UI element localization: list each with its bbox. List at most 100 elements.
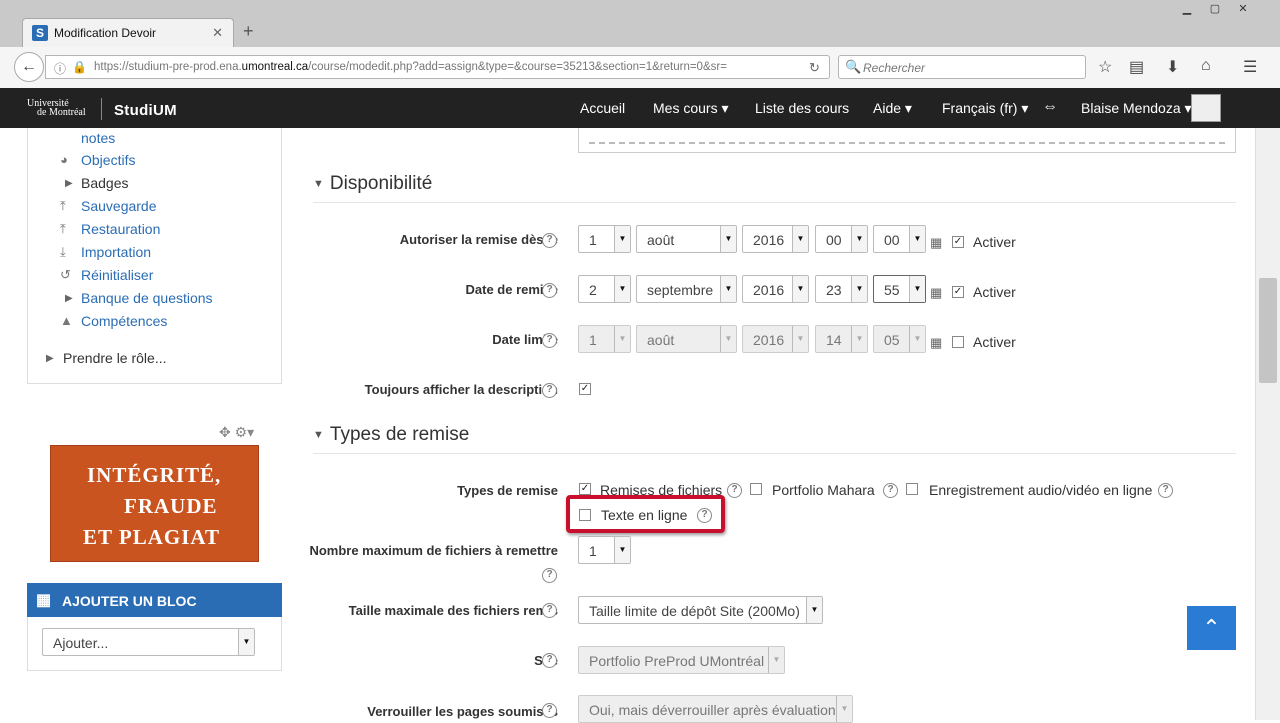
calendar-icon[interactable]: ▦ — [930, 285, 942, 301]
nav-help[interactable]: Aide ▾ — [873, 100, 912, 117]
always-show-checkbox[interactable]: ✓ — [579, 383, 591, 395]
maximize-icon[interactable]: ▢ — [1204, 2, 1226, 18]
sidebar-item-reinitialiser[interactable]: Réinitialiser — [81, 267, 153, 283]
reset-icon: ↺ — [60, 267, 71, 282]
due-date-hour[interactable]: 23 ▼ — [815, 275, 868, 303]
sidebar-item-restauration[interactable]: Restauration — [81, 221, 160, 237]
file-dropzone[interactable] — [578, 128, 1236, 153]
due-date-month[interactable]: septembre ▼ — [636, 275, 737, 303]
sidebar-item-importation[interactable]: Importation — [81, 244, 151, 260]
university-logo[interactable]: Université de Montréal — [27, 99, 86, 118]
minimize-icon[interactable]: ▁ — [1176, 2, 1198, 18]
always-show-label: Toujours afficher la description — [364, 382, 558, 397]
new-tab-button[interactable]: + — [243, 21, 254, 42]
help-icon[interactable]: ? — [542, 283, 557, 298]
cutoff-day: 1 ▼ — [578, 325, 631, 353]
cutoff-minute: 05 ▼ — [873, 325, 926, 353]
url-bar[interactable]: ⓘ 🔒 https://studium-pre-prod.ena.umontre… — [45, 55, 830, 79]
fullwidth-toggle-icon[interactable]: ⇔ — [1042, 98, 1058, 116]
section-availability-header[interactable]: ▼ Disponibilité — [313, 173, 432, 195]
sidebar-item-notes[interactable]: notes — [81, 130, 115, 146]
switch-role-link[interactable]: Prendre le rôle... — [63, 350, 167, 366]
reload-icon[interactable]: ↻ — [809, 60, 820, 76]
user-menu[interactable]: Blaise Mendoza ▾ — [1081, 100, 1192, 117]
objectives-icon: ◕ — [60, 152, 68, 167]
help-icon[interactable]: ? — [542, 703, 557, 718]
import-icon: ⤓ — [60, 244, 66, 259]
add-block-header: ▦ AJOUTER UN BLOC — [27, 583, 282, 617]
grid-icon: ▦ — [36, 592, 52, 609]
site-name[interactable]: StudiUM — [114, 102, 177, 119]
info-icon[interactable]: ⓘ — [54, 60, 66, 77]
audio-video-checkbox[interactable] — [906, 483, 918, 495]
mahara-checkbox[interactable] — [750, 483, 762, 495]
collapse-icon: ▼ — [313, 178, 324, 190]
due-date-day[interactable]: 2 ▼ — [578, 275, 631, 303]
help-icon[interactable]: ? — [1158, 483, 1173, 498]
nav-my-courses[interactable]: Mes cours ▾ — [653, 100, 729, 117]
close-tab-icon[interactable]: ✕ — [212, 25, 223, 41]
allow-from-day[interactable]: 1 ▼ — [578, 225, 631, 253]
tab-bar: S Modification Devoir ✕ + ▁ ▢ ✕ — [0, 0, 1280, 47]
browser-chrome: S Modification Devoir ✕ + ▁ ▢ ✕ ← ⓘ 🔒 ht… — [0, 0, 1280, 88]
help-icon[interactable]: ? — [727, 483, 742, 498]
allow-from-year[interactable]: 2016 ▼ — [742, 225, 809, 253]
help-icon[interactable]: ? — [542, 333, 557, 348]
nav-language[interactable]: Français (fr) ▾ — [942, 100, 1028, 117]
help-icon[interactable]: ? — [542, 603, 557, 618]
max-files-select[interactable]: 1 ▼ — [578, 536, 631, 564]
main-form: ▼ Disponibilité Autoriser la remise dès l… — [295, 128, 1255, 723]
file-submissions-checkbox[interactable]: ✓ — [579, 483, 591, 495]
allow-from-month[interactable]: août ▼ — [636, 225, 737, 253]
mahara-label: Portfolio Mahara — [772, 482, 875, 498]
sidebar-item-banque-questions[interactable]: Banque de questions — [81, 290, 213, 306]
download-icon[interactable]: ⬇ — [1166, 57, 1179, 77]
due-date-year[interactable]: 2016 ▼ — [742, 275, 809, 303]
help-icon[interactable]: ? — [883, 483, 898, 498]
nav-course-list[interactable]: Liste des cours — [755, 100, 849, 116]
lock-pages-select: Oui, mais déverrouiller après évaluation… — [578, 695, 853, 723]
expand-arrow-icon[interactable]: ▶ — [46, 353, 54, 364]
browser-tab[interactable]: S Modification Devoir ✕ — [22, 18, 234, 47]
expand-arrow-icon[interactable]: ▶ — [65, 178, 73, 189]
section-submission-types-header[interactable]: ▼ Types de remise — [313, 424, 469, 446]
reading-list-icon[interactable]: ▤ — [1129, 57, 1144, 77]
page-scrollbar[interactable] — [1255, 128, 1280, 720]
allow-from-enable-checkbox[interactable]: ✓ — [952, 236, 964, 248]
expand-arrow-icon[interactable]: ▶ — [65, 293, 73, 304]
sidebar-item-competences[interactable]: Compétences — [81, 313, 167, 329]
menu-icon[interactable]: ☰ — [1243, 57, 1257, 77]
scrollbar-thumb[interactable] — [1259, 278, 1277, 383]
search-bar[interactable]: 🔍 Rechercher — [838, 55, 1086, 79]
calendar-icon[interactable]: ▦ — [930, 335, 942, 351]
block-controls-icon[interactable]: ✥ ⚙▾ — [219, 424, 254, 441]
max-size-select[interactable]: Taille limite de dépôt Site (200Mo) ▼ — [578, 596, 823, 624]
sidebar-item-badges[interactable]: Badges — [81, 175, 128, 191]
sidebar-item-sauvegarde[interactable]: Sauvegarde — [81, 198, 157, 214]
integrity-banner[interactable]: INTÉGRITÉ, FRAUDE ET PLAGIAT — [50, 445, 259, 562]
back-to-top-button[interactable]: ⌃ — [1187, 606, 1236, 650]
sidebar: notes ◕ Objectifs ▶ Badges ⤒ Sauvegarde … — [0, 128, 300, 720]
bookmark-star-icon[interactable]: ☆ — [1098, 57, 1112, 77]
close-window-icon[interactable]: ✕ — [1232, 2, 1254, 18]
home-icon[interactable]: ⌂ — [1201, 57, 1211, 75]
allow-from-minute[interactable]: 00 ▼ — [873, 225, 926, 253]
cutoff-enable-checkbox[interactable] — [952, 336, 964, 348]
allow-from-hour[interactable]: 00 ▼ — [815, 225, 868, 253]
help-icon[interactable]: ? — [542, 383, 557, 398]
due-date-minute[interactable]: 55 ▼ — [873, 275, 926, 303]
cutoff-month: août ▼ — [636, 325, 737, 353]
help-icon[interactable]: ? — [542, 233, 557, 248]
allow-from-label: Autoriser la remise dès le — [399, 232, 558, 247]
calendar-icon[interactable]: ▦ — [930, 235, 942, 251]
avatar[interactable] — [1191, 94, 1221, 122]
help-icon[interactable]: ? — [542, 568, 557, 583]
nav-home[interactable]: Accueil — [580, 100, 625, 116]
back-button[interactable]: ← — [14, 52, 44, 82]
help-icon[interactable]: ? — [542, 653, 557, 668]
add-block-select[interactable]: Ajouter... ▼ — [42, 628, 255, 656]
cutoff-hour: 14 ▼ — [815, 325, 868, 353]
due-date-enable-checkbox[interactable]: ✓ — [952, 286, 964, 298]
url-text: https://studium-pre-prod.ena.umontreal.c… — [94, 61, 727, 73]
sidebar-item-objectifs[interactable]: Objectifs — [81, 152, 135, 168]
